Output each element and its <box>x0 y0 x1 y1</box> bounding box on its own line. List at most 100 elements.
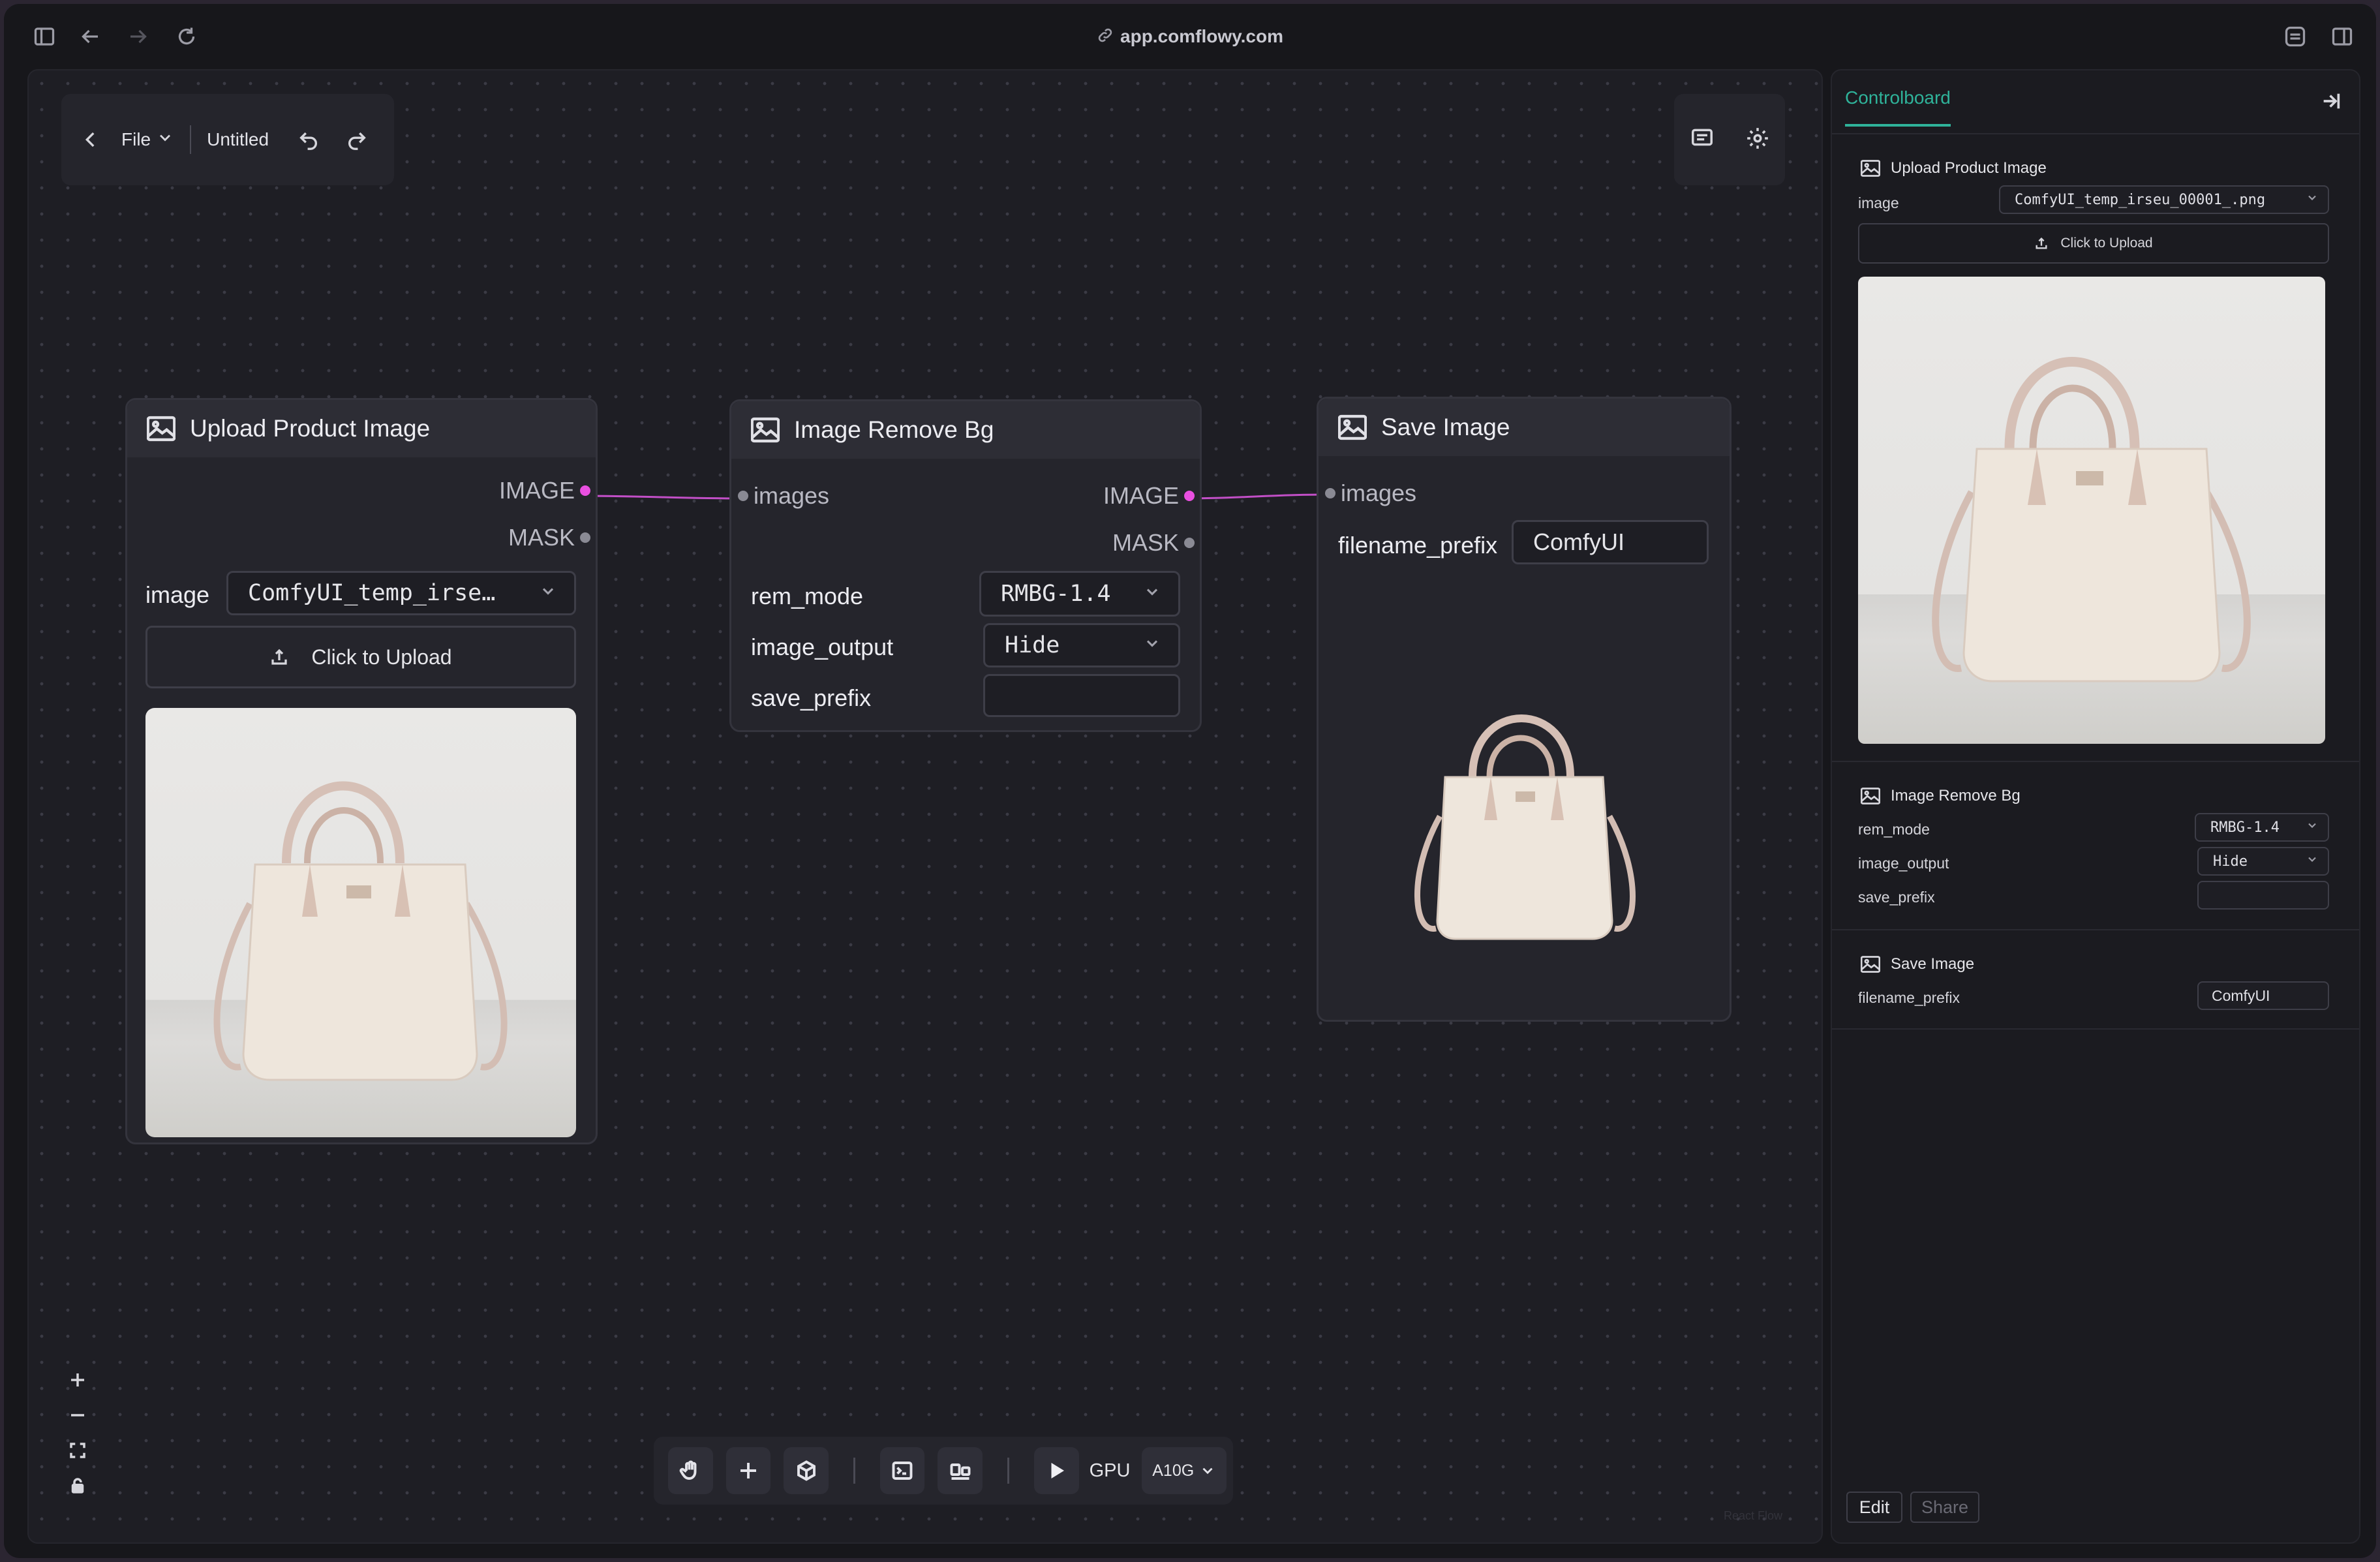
panel-image-output-select[interactable]: Hide <box>2197 847 2329 876</box>
panel-image-preview <box>1858 277 2325 744</box>
top-right-toolbar <box>1674 94 1785 185</box>
zoom-in-icon[interactable] <box>61 1362 94 1398</box>
terminal-icon <box>892 1462 913 1480</box>
image-icon <box>1861 788 1880 804</box>
gpu-select[interactable]: A10G <box>1142 1447 1227 1494</box>
port-handle[interactable] <box>1184 491 1195 501</box>
address-bar[interactable]: app.comflowy.com <box>4 26 2376 48</box>
url-text: app.comflowy.com <box>1120 26 1283 46</box>
section-title-text: Image Remove Bg <box>1891 787 2021 804</box>
lock-icon[interactable] <box>61 1468 94 1503</box>
rem-mode-value: RMBG-1.4 <box>1001 581 1111 607</box>
panel-divider <box>1832 1028 2359 1030</box>
product-image-preview <box>145 708 576 1137</box>
output-port-mask[interactable]: MASK <box>1112 529 1195 557</box>
image-output-label: image_output <box>1858 855 1949 872</box>
doc-title[interactable]: Untitled <box>207 129 269 150</box>
chevron-down-icon <box>2306 191 2319 208</box>
bag-cutout <box>1414 714 1636 940</box>
messages-icon[interactable] <box>1690 126 1715 154</box>
port-handle[interactable] <box>1325 488 1335 498</box>
filename-prefix-label: filename_prefix <box>1338 532 1498 559</box>
extension-icon[interactable] <box>2282 23 2308 50</box>
add-node-button[interactable] <box>725 1447 771 1494</box>
node-header[interactable]: Image Remove Bg <box>731 401 1200 459</box>
collapse-panel-icon[interactable] <box>2320 90 2342 115</box>
save-prefix-input[interactable] <box>983 674 1180 717</box>
node-title: Upload Product Image <box>190 415 431 442</box>
hand-tool-button[interactable] <box>668 1447 713 1494</box>
port-label: images <box>754 482 830 509</box>
image-select[interactable]: ComfyUI_temp_irse… <box>226 571 576 615</box>
section-title-upload: Upload Product Image <box>1861 159 2047 177</box>
gear-icon[interactable] <box>1745 126 1770 154</box>
port-label: IMAGE <box>1103 482 1179 509</box>
zoom-out-icon[interactable] <box>61 1398 94 1433</box>
port-handle[interactable] <box>580 485 590 496</box>
browser-toolbar: app.comflowy.com <box>4 4 2376 67</box>
file-menu[interactable]: File <box>121 129 174 151</box>
chevron-down-icon <box>1202 1467 1213 1475</box>
input-port-images[interactable]: images <box>738 482 829 510</box>
panel-image-output-value: Hide <box>2213 853 2248 870</box>
edit-button[interactable]: Edit <box>1846 1492 1902 1523</box>
image-icon <box>1861 956 1880 973</box>
port-label: MASK <box>508 524 575 551</box>
output-image-preview <box>1381 686 1668 947</box>
cube-icon <box>797 1460 816 1481</box>
panel-upload-button[interactable]: Click to Upload <box>1858 223 2329 264</box>
input-port-images[interactable]: images <box>1325 480 1416 507</box>
port-handle[interactable] <box>738 491 748 501</box>
output-port-image[interactable]: IMAGE <box>1103 482 1195 510</box>
fit-view-icon[interactable] <box>61 1433 94 1468</box>
save-prefix-label: save_prefix <box>751 684 872 711</box>
port-handle[interactable] <box>580 532 590 543</box>
port-label: images <box>1341 480 1417 506</box>
redo-icon[interactable] <box>346 129 368 151</box>
rem-mode-label: rem_mode <box>1858 821 1930 838</box>
image-output-select[interactable]: Hide <box>983 623 1180 667</box>
chevron-down-icon <box>156 129 174 151</box>
node-title: Save Image <box>1381 414 1510 440</box>
panel-upload-label: Click to Upload <box>2060 236 2153 251</box>
output-port-mask[interactable]: MASK <box>508 524 590 551</box>
run-button[interactable] <box>1033 1447 1079 1494</box>
panel-save-prefix-input[interactable] <box>2197 881 2329 910</box>
toolbar-divider <box>853 1458 855 1484</box>
upload-button[interactable]: Click to Upload <box>145 626 576 688</box>
tab-controlboard[interactable]: Controlboard <box>1845 87 1951 127</box>
flow-canvas[interactable]: File Untitled Upload Product Image IMAGE… <box>27 69 1823 1544</box>
panel-image-select[interactable]: ComfyUI_temp_irseu_00001_.png <box>1999 185 2329 214</box>
section-title-save: Save Image <box>1861 955 1974 973</box>
chevron-down-icon <box>1143 632 1161 658</box>
panel-filename-prefix-input[interactable]: ComfyUI <box>2197 981 2329 1010</box>
node-image-remove-bg[interactable]: Image Remove Bg images IMAGE MASK rem_mo… <box>729 399 1202 732</box>
split-view-icon[interactable] <box>2329 23 2355 50</box>
section-title-text: Upload Product Image <box>1891 159 2047 177</box>
port-label: IMAGE <box>498 477 575 504</box>
edge-upload-to-removebg <box>580 495 743 500</box>
node-save-image[interactable]: Save Image images filename_prefix ComfyU… <box>1317 397 1732 1022</box>
upload-icon <box>2036 237 2047 249</box>
node-header[interactable]: Save Image <box>1319 399 1730 456</box>
gpu-label: GPU <box>1089 1460 1131 1481</box>
react-flow-attribution[interactable]: React Flow <box>1724 1509 1782 1523</box>
gpu-value: A10G <box>1152 1461 1195 1480</box>
models-button[interactable] <box>784 1447 829 1494</box>
panel-rem-mode-select[interactable]: RMBG-1.4 <box>2195 813 2329 842</box>
image-output-value: Hide <box>1005 632 1060 658</box>
upload-button-label: Click to Upload <box>311 645 452 669</box>
terminal-button[interactable] <box>879 1447 925 1494</box>
node-title: Image Remove Bg <box>794 416 994 443</box>
output-port-image[interactable]: IMAGE <box>499 477 590 504</box>
rem-mode-select[interactable]: RMBG-1.4 <box>979 571 1180 617</box>
port-handle[interactable] <box>1184 538 1195 548</box>
share-button[interactable]: Share <box>1910 1492 1979 1523</box>
node-upload-product-image[interactable]: Upload Product Image IMAGE MASK image Co… <box>125 398 598 1144</box>
layout-button[interactable] <box>938 1447 983 1494</box>
chevron-left-icon[interactable] <box>80 129 102 151</box>
undo-icon[interactable] <box>298 129 320 151</box>
filename-prefix-input[interactable]: ComfyUI <box>1512 520 1709 564</box>
chevron-down-icon <box>539 580 557 606</box>
node-header[interactable]: Upload Product Image <box>127 400 596 457</box>
